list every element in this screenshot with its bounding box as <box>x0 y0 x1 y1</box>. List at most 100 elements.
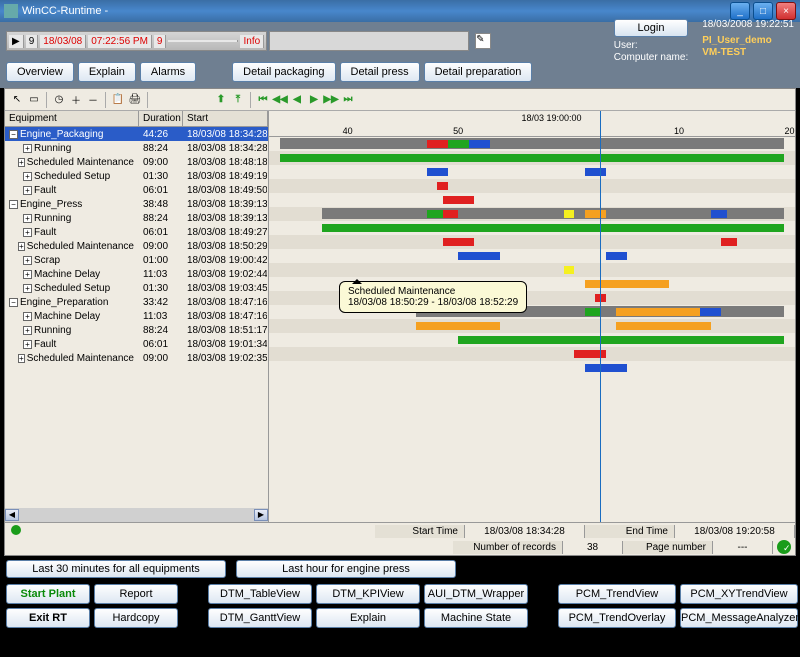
gantt-bar[interactable] <box>616 322 711 330</box>
exit-rt-button[interactable]: Exit RT <box>6 608 90 628</box>
first-up-icon[interactable]: ⬆ <box>213 92 229 108</box>
play-icon[interactable]: ▶ <box>9 35 24 48</box>
step-fwd-icon[interactable]: ▶ <box>306 92 322 108</box>
gantt-bar[interactable] <box>458 252 500 260</box>
col-duration[interactable]: Duration <box>139 111 183 126</box>
tree-row[interactable]: +Scheduled Maintenance09:0018/03/08 18:4… <box>5 155 268 169</box>
gantt-bar[interactable] <box>585 154 590 162</box>
gantt-bar[interactable] <box>711 210 727 218</box>
gantt-bar[interactable] <box>280 154 785 162</box>
gantt-bar[interactable] <box>427 210 443 218</box>
gantt-bar[interactable] <box>585 280 669 288</box>
tree-row[interactable]: −Engine_Packaging44:2618/03/08 18:34:28 <box>5 127 268 141</box>
dtm-tableview-button[interactable]: DTM_TableView <box>208 584 312 604</box>
dtm-ganttview-button[interactable]: DTM_GanttView <box>208 608 312 628</box>
gantt-bar[interactable] <box>585 168 606 176</box>
tree-row[interactable]: +Running88:2418/03/08 18:51:17 <box>5 323 268 337</box>
detail-packaging-button[interactable]: Detail packaging <box>232 62 335 82</box>
tree-row[interactable]: −Engine_Press38:4818/03/08 18:39:13 <box>5 197 268 211</box>
clock-icon[interactable]: ◷ <box>51 92 67 108</box>
tree-row[interactable]: +Machine Delay11:0318/03/08 19:02:44 <box>5 267 268 281</box>
all-up-icon[interactable]: ⤒ <box>230 92 246 108</box>
detail-preparation-button[interactable]: Detail preparation <box>424 62 533 82</box>
pcm-xytrendview-button[interactable]: PCM_XYTrendView <box>680 584 798 604</box>
zoom-out-icon[interactable]: － <box>85 92 101 108</box>
gantt-bar[interactable] <box>700 308 721 316</box>
gantt-bar[interactable] <box>585 364 627 372</box>
tree-hscroll[interactable]: ◀ ▶ <box>5 508 268 522</box>
gantt-bar[interactable] <box>443 238 475 246</box>
skip-end-icon[interactable]: ⏭ <box>340 92 356 108</box>
edit-icon[interactable]: ✎ <box>475 33 491 49</box>
col-equipment[interactable]: Equipment <box>5 111 139 126</box>
gantt-bar[interactable] <box>427 168 448 176</box>
gantt-bar[interactable] <box>564 154 575 162</box>
tree-row[interactable]: +Scheduled Maintenance09:0018/03/08 18:5… <box>5 239 268 253</box>
minimize-button[interactable]: _ <box>730 2 750 20</box>
lasso-icon[interactable]: ▭ <box>26 92 42 108</box>
tree-row[interactable]: +Machine Delay11:0318/03/08 18:47:16 <box>5 309 268 323</box>
detail-press-button[interactable]: Detail press <box>340 62 420 82</box>
gantt-bar[interactable] <box>427 140 448 148</box>
col-start[interactable]: Start <box>183 111 268 126</box>
gantt-bar[interactable] <box>585 224 596 232</box>
copy-icon[interactable]: 📋 <box>110 92 126 108</box>
gantt-bar[interactable] <box>606 252 627 260</box>
overview-button[interactable]: Overview <box>6 62 74 82</box>
tree-row[interactable]: +Scheduled Setup01:3018/03/08 19:03:45 <box>5 281 268 295</box>
gantt-bar[interactable] <box>322 224 785 232</box>
tree-row[interactable]: +Running88:2418/03/08 18:34:28 <box>5 141 268 155</box>
gantt-bar[interactable] <box>280 138 785 149</box>
tree-row[interactable]: +Scheduled Setup01:3018/03/08 18:49:19 <box>5 169 268 183</box>
scroll-right-icon[interactable]: ▶ <box>254 509 268 521</box>
hardcopy-button[interactable]: Hardcopy <box>94 608 178 628</box>
dtm-kpiview-button[interactable]: DTM_KPIView <box>316 584 420 604</box>
rewind-icon[interactable]: ◀◀ <box>272 92 288 108</box>
gantt-bar[interactable] <box>721 238 737 246</box>
skip-start-icon[interactable]: ⏮ <box>255 92 271 108</box>
last-30-button[interactable]: Last 30 minutes for all equipments <box>6 560 226 578</box>
tree-row[interactable]: +Fault06:0118/03/08 18:49:27 <box>5 225 268 239</box>
gantt-bar[interactable] <box>458 336 784 344</box>
ok-icon[interactable]: ✓ <box>777 540 791 554</box>
select-icon[interactable]: ↖ <box>9 92 25 108</box>
gantt-footer: Start Time 18/03/08 18:34:28 End Time 18… <box>5 522 795 555</box>
machine-state-button[interactable]: Machine State <box>424 608 528 628</box>
tree-row[interactable]: +Scrap01:0018/03/08 19:00:42 <box>5 253 268 267</box>
gantt-bar[interactable] <box>437 182 448 190</box>
print-icon[interactable]: 🖨 <box>127 92 143 108</box>
gantt-bar[interactable] <box>469 140 490 148</box>
gantt-bar[interactable] <box>585 308 601 316</box>
step-back-icon[interactable]: ◀ <box>289 92 305 108</box>
pcm-trendoverlay-button[interactable]: PCM_TrendOverlay <box>558 608 676 628</box>
start-plant-button[interactable]: Start Plant <box>6 584 90 604</box>
gantt-bar[interactable] <box>564 210 575 218</box>
aui-dtm-wrapper-button[interactable]: AUI_DTM_Wrapper <box>424 584 528 604</box>
gantt-bar[interactable] <box>616 308 700 316</box>
gantt-bar[interactable] <box>564 266 575 274</box>
tree-row[interactable]: −Engine_Preparation33:4218/03/08 18:47:1… <box>5 295 268 309</box>
scroll-left-icon[interactable]: ◀ <box>5 509 19 521</box>
close-button[interactable]: × <box>776 2 796 20</box>
zoom-in-icon[interactable]: ＋ <box>68 92 84 108</box>
gantt-bar[interactable] <box>443 196 475 204</box>
forward-icon[interactable]: ▶▶ <box>323 92 339 108</box>
report-button[interactable]: Report <box>94 584 178 604</box>
pcm-trendview-button[interactable]: PCM_TrendView <box>558 584 676 604</box>
maximize-button[interactable]: □ <box>753 2 773 20</box>
alarms-button[interactable]: Alarms <box>140 62 196 82</box>
login-button[interactable]: Login <box>614 19 688 37</box>
explain-button[interactable]: Explain <box>78 62 136 82</box>
last-hour-button[interactable]: Last hour for engine press <box>236 560 456 578</box>
gantt-bar[interactable] <box>585 210 606 218</box>
tree-row[interactable]: +Scheduled Maintenance09:0018/03/08 19:0… <box>5 351 268 365</box>
gantt-bar[interactable] <box>416 322 500 330</box>
pcm-messageanalyzer-button[interactable]: PCM_MessageAnalyzer <box>680 608 798 628</box>
explain2-button[interactable]: Explain <box>316 608 420 628</box>
tree-row[interactable]: +Fault06:0118/03/08 18:49:50 <box>5 183 268 197</box>
tree-row[interactable]: +Running88:2418/03/08 18:39:13 <box>5 211 268 225</box>
tree-row[interactable]: +Fault06:0118/03/08 19:01:34 <box>5 337 268 351</box>
gantt-bar[interactable] <box>448 140 469 148</box>
gantt-bar[interactable] <box>443 210 459 218</box>
gantt-chart-pane[interactable]: 18/03 19:00:00 40 50 10 20 Scheduled Mai… <box>269 111 795 522</box>
